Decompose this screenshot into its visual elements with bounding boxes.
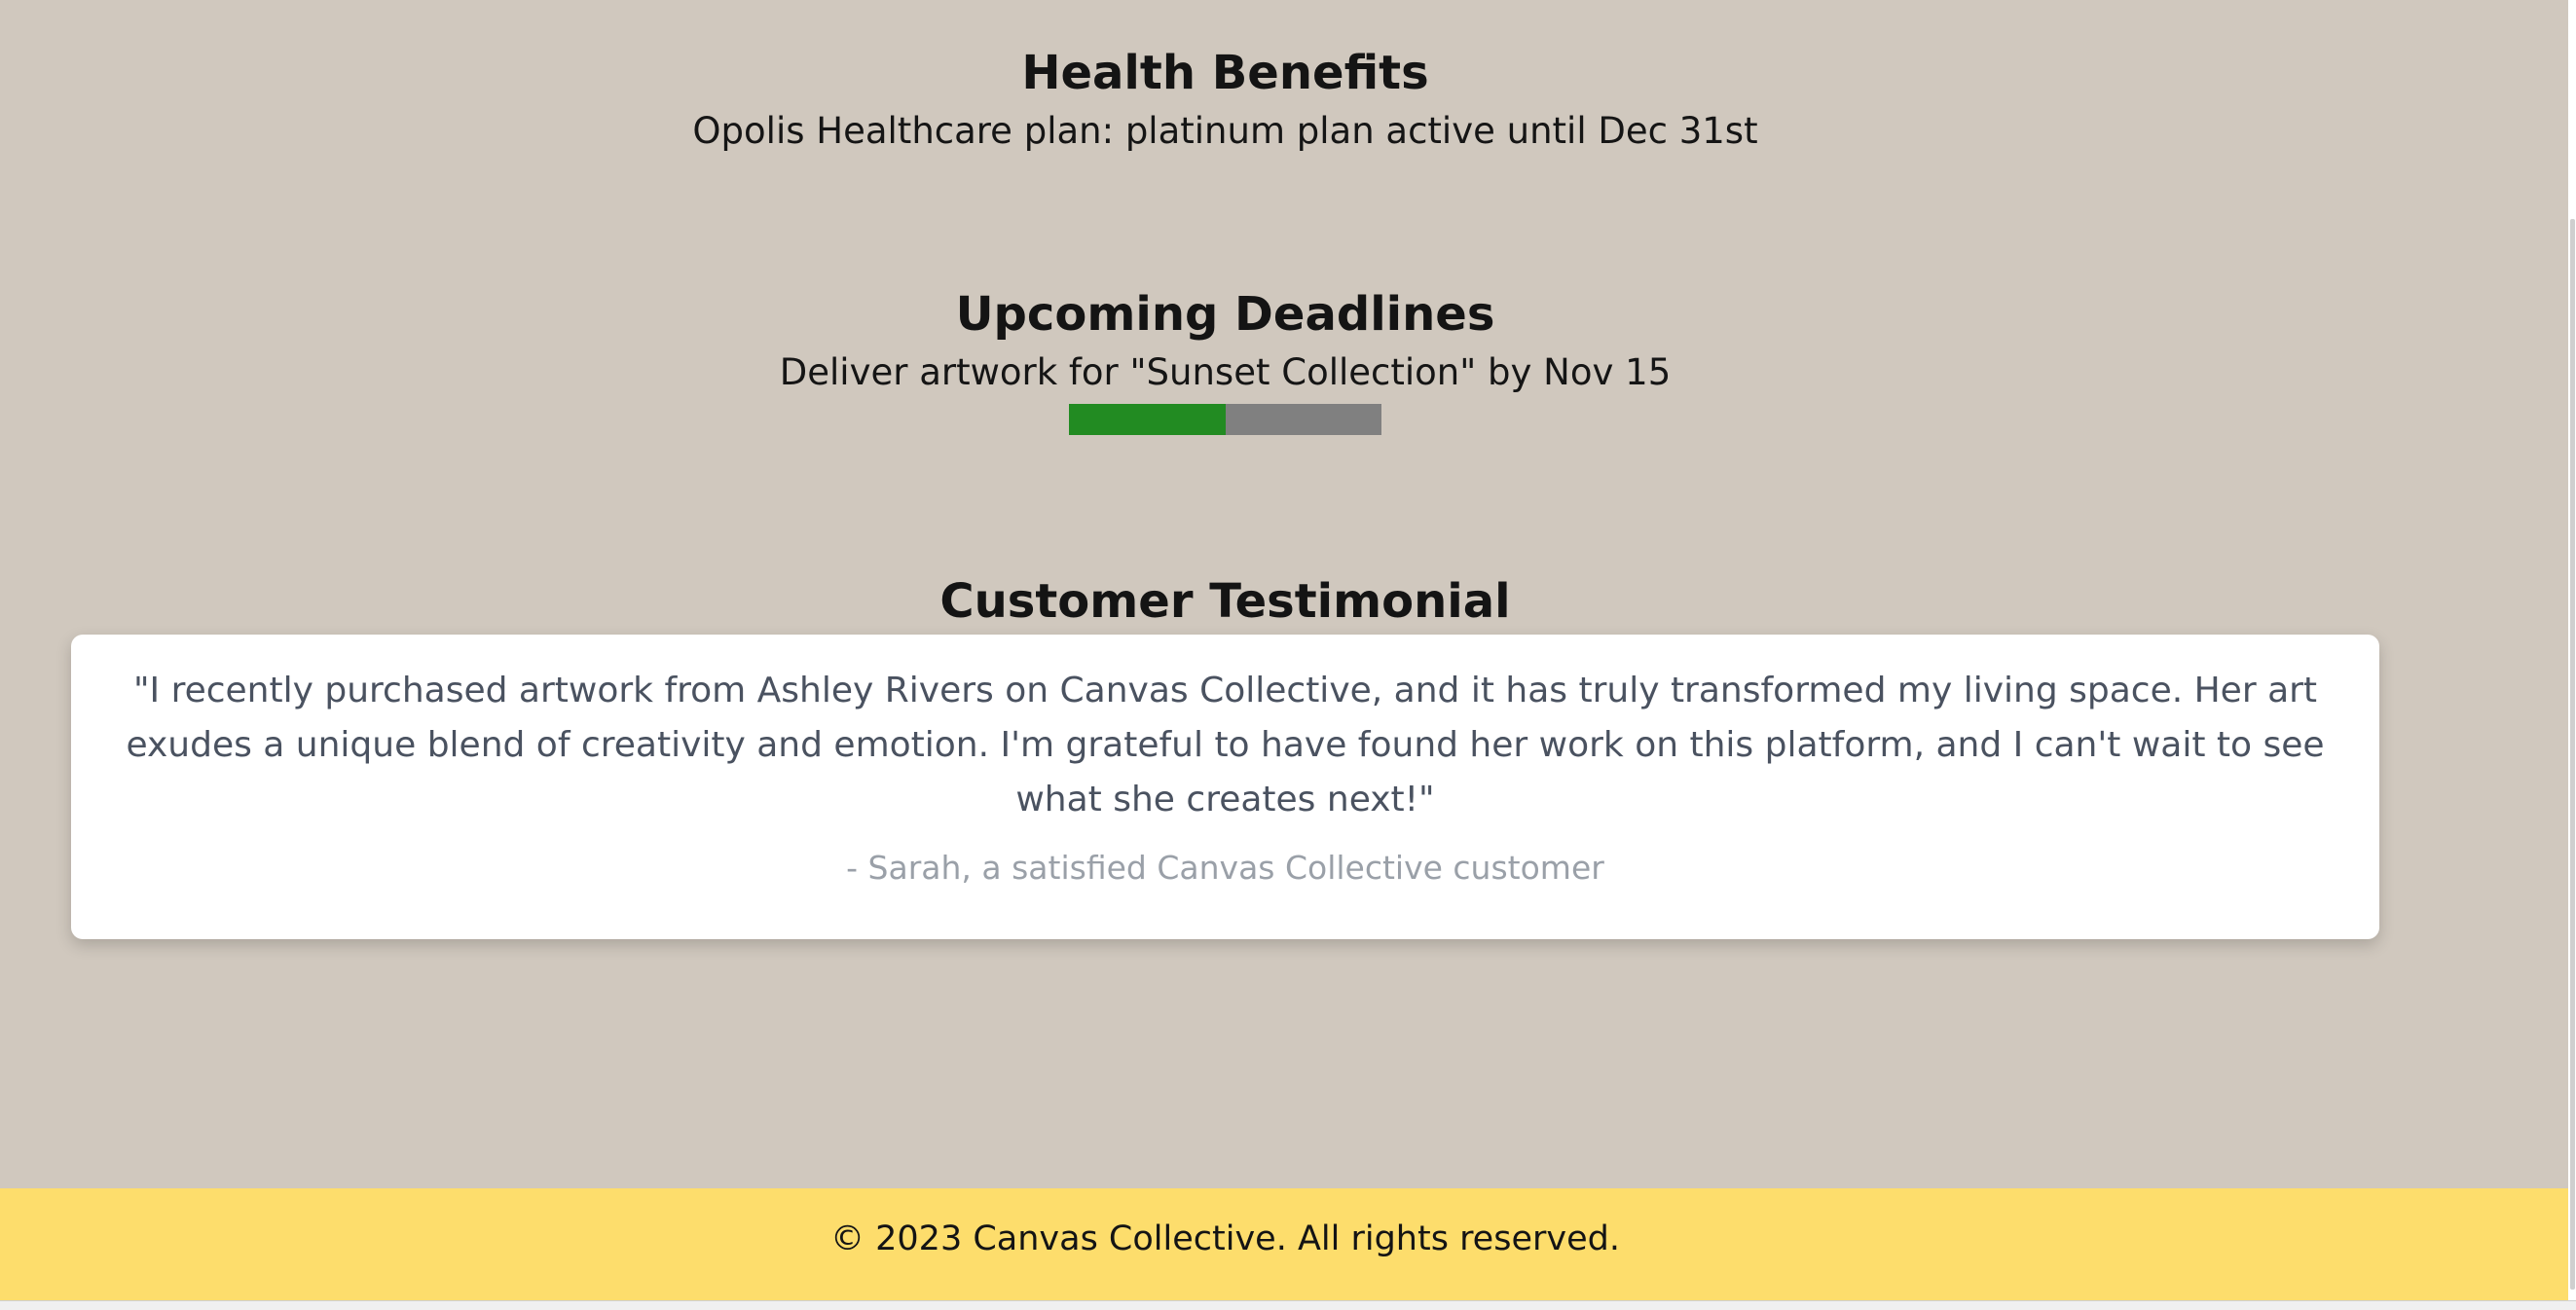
footer-copyright: © 2023 Canvas Collective. All rights res… <box>830 1219 1620 1258</box>
health-benefits-text: Opolis Healthcare plan: platinum plan ac… <box>692 110 1758 152</box>
deadline-text: Deliver artwork for "Sunset Collection" … <box>779 351 1672 393</box>
window-bottom-edge <box>0 1300 2576 1310</box>
customer-testimonial-title: Customer Testimonial <box>939 574 1511 629</box>
testimonial-author: - Sarah, a satisfied Canvas Collective c… <box>846 849 1604 887</box>
deadline-progress-bar <box>1069 404 1381 435</box>
scrollbar-thumb[interactable] <box>2570 219 2575 1290</box>
page-viewport: Health Benefits Opolis Healthcare plan: … <box>0 0 2568 1300</box>
testimonial-quote: "I recently purchased artwork from Ashle… <box>126 671 2325 819</box>
deadline-progress-fill <box>1069 404 1226 435</box>
upcoming-deadlines-title: Upcoming Deadlines <box>955 287 1495 342</box>
health-benefits-title: Health Benefits <box>1021 46 1429 100</box>
footer: © 2023 Canvas Collective. All rights res… <box>0 1188 2568 1300</box>
testimonial-card: "I recently purchased artwork from Ashle… <box>71 635 2379 939</box>
page-content: Health Benefits Opolis Healthcare plan: … <box>0 0 2568 1300</box>
